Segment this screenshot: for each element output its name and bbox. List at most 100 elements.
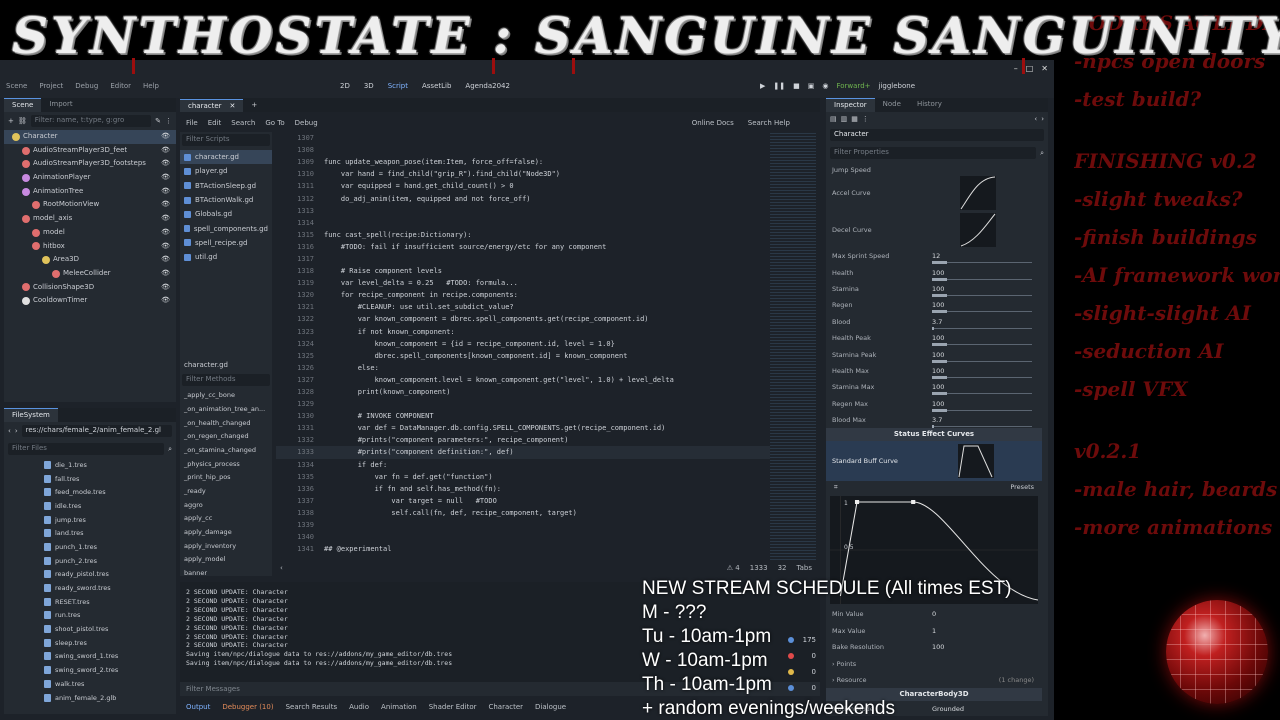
screen-3d[interactable]: 3D — [364, 82, 374, 90]
script-menu-file[interactable]: File — [186, 119, 198, 127]
status-effect-curves-header[interactable]: Status Effect Curves — [826, 428, 1042, 442]
property-row[interactable]: Max Sprint Speed 12 — [826, 248, 1042, 265]
tab-search-results[interactable]: Search Results — [286, 703, 338, 711]
movie-icon[interactable]: ◉ — [822, 82, 828, 90]
scene-node[interactable]: AudioStreamPlayer3D_feet 👁 — [4, 144, 176, 158]
file-item[interactable]: ready_pistol.tres — [44, 568, 176, 582]
property-row[interactable]: Regen 100 — [826, 297, 1042, 314]
property-value[interactable]: 100 — [932, 269, 1042, 281]
back-icon[interactable]: ‹ — [8, 427, 11, 435]
standard-buff-curve-row[interactable]: Standard Buff Curve — [826, 441, 1042, 482]
scene-node[interactable]: CooldownTimer 👁 — [4, 294, 176, 308]
tab-inspector[interactable]: Inspector — [826, 98, 875, 112]
property-row[interactable]: Health Max 100 — [826, 363, 1042, 379]
history-back-icon[interactable]: ‹ — [1034, 115, 1037, 123]
property-row[interactable]: Stamina Peak 100 — [826, 346, 1042, 363]
visibility-icon[interactable]: 👁 — [161, 185, 170, 199]
screen-agenda2042[interactable]: Agenda2042 — [465, 82, 510, 90]
file-item[interactable]: run.tres — [44, 609, 176, 623]
method-item[interactable]: _print_hip_pos — [180, 470, 272, 484]
path-field[interactable]: res://chars/female_2/anim_female_2.gl — [21, 425, 172, 437]
property-row[interactable]: Blood Max 3.7 — [826, 412, 1042, 429]
property-value[interactable]: 3.7 — [932, 318, 1042, 330]
file-item[interactable]: punch_1.tres — [44, 540, 176, 554]
tab-filesystem[interactable]: FileSystem — [4, 408, 58, 422]
file-item[interactable]: jump.tres — [44, 513, 176, 527]
property-value[interactable]: 12 — [932, 252, 1042, 265]
script-menu-goto[interactable]: Go To — [265, 119, 284, 127]
property-row[interactable]: Health Peak 100 — [826, 330, 1042, 347]
decel-curve-preview[interactable] — [960, 212, 996, 247]
menu-scene[interactable]: Scene — [6, 82, 27, 90]
tab-scene[interactable]: Scene — [4, 98, 42, 112]
visibility-icon[interactable]: 👁 — [161, 240, 170, 254]
screen-2d[interactable]: 2D — [340, 82, 350, 90]
property-value[interactable]: 3.7 — [932, 416, 1042, 429]
property-value[interactable]: 100 — [932, 383, 1042, 396]
property-slider[interactable] — [932, 277, 1032, 281]
menu-debug[interactable]: Debug — [75, 82, 98, 90]
scroll-left-icon[interactable]: ‹ — [280, 564, 283, 572]
property-value[interactable]: 100 — [932, 285, 1042, 297]
forward-icon[interactable]: › — [15, 427, 18, 435]
script-menu-search[interactable]: Search — [231, 119, 255, 127]
property-value[interactable]: 100 — [932, 367, 1042, 379]
tab-history[interactable]: History — [909, 98, 950, 112]
tab-import[interactable]: Import — [41, 98, 80, 112]
script-item[interactable]: BTActionSleep.gd — [180, 179, 272, 193]
property-value[interactable]: 100 — [932, 334, 1042, 347]
file-item[interactable]: anim_female_2.glb — [44, 691, 176, 705]
scene-node[interactable]: CollisionShape3D 👁 — [4, 281, 176, 295]
code-editor[interactable]: 1307 1308 1309 func update_weapon_pose(item… — [276, 132, 816, 562]
file-item[interactable]: feed_mode.tres — [44, 485, 176, 499]
pause-icon[interactable]: ❚❚ — [773, 82, 785, 90]
property-slider[interactable] — [932, 408, 1032, 412]
inspector-more-icon[interactable]: ⋮ — [862, 115, 869, 123]
property-slider[interactable] — [932, 392, 1032, 396]
scene-node[interactable]: MeleeCollider 👁 — [4, 267, 176, 281]
tab-output[interactable]: Output — [186, 703, 210, 711]
decel-curve-row[interactable]: Decel Curve — [826, 211, 1042, 248]
property-row[interactable]: Stamina 100 — [826, 281, 1042, 297]
add-node-icon[interactable]: + — [8, 117, 14, 125]
scene-node[interactable]: AudioStreamPlayer3D_footsteps 👁 — [4, 157, 176, 171]
visibility-icon[interactable]: 👁 — [161, 171, 170, 185]
property-slider[interactable] — [932, 326, 1032, 330]
scene-node[interactable]: model 👁 — [4, 226, 176, 240]
screen-script[interactable]: Script — [388, 82, 408, 90]
method-item[interactable]: aggro — [180, 498, 272, 512]
property-slider[interactable] — [932, 375, 1032, 379]
open-resource-icon[interactable]: ▥ — [841, 115, 848, 123]
property-slider[interactable] — [932, 425, 1032, 429]
method-item[interactable]: apply_model — [180, 553, 272, 567]
accel-curve-row[interactable]: Accel Curve — [826, 174, 1042, 211]
script-item[interactable]: character.gd — [180, 150, 272, 165]
tab-character[interactable]: Character — [488, 703, 523, 711]
visibility-icon[interactable]: 👁 — [161, 281, 170, 295]
scene-node[interactable]: AnimationPlayer 👁 — [4, 171, 176, 185]
scene-node[interactable]: model_axis 👁 — [4, 212, 176, 226]
method-item[interactable]: banner — [180, 566, 272, 580]
script-item[interactable]: spell_recipe.gd — [180, 236, 272, 250]
property-slider[interactable] — [932, 343, 1032, 347]
property-value[interactable]: 100 — [932, 400, 1042, 412]
visibility-icon[interactable]: 👁 — [161, 212, 170, 226]
file-item[interactable]: punch_2.tres — [44, 554, 176, 568]
file-item[interactable]: ready_sword.tres — [44, 581, 176, 595]
warning-count[interactable]: ⚠ 4 — [727, 564, 740, 572]
filter-methods-input[interactable]: Filter Methods — [182, 374, 270, 387]
file-item[interactable]: idle.tres — [44, 499, 176, 513]
method-item[interactable]: _physics_process — [180, 457, 272, 471]
indent-mode[interactable]: Tabs — [797, 564, 813, 572]
save-resource-icon[interactable]: ▦ — [851, 115, 858, 123]
method-item[interactable]: _on_animation_tree_an... — [180, 402, 272, 416]
presets-button[interactable]: Presets — [1010, 483, 1034, 492]
screen-assetlib[interactable]: AssetLib — [422, 82, 451, 90]
visibility-icon[interactable]: 👁 — [161, 294, 170, 308]
property-value[interactable]: 100 — [932, 301, 1042, 314]
filter-files-input[interactable]: Filter Files — [8, 443, 165, 455]
method-item[interactable]: _on_stamina_changed — [180, 443, 272, 457]
tab-node[interactable]: Node — [875, 98, 909, 112]
play-icon[interactable]: ▶ — [760, 82, 765, 90]
script-menu-debug[interactable]: Debug — [295, 119, 318, 127]
